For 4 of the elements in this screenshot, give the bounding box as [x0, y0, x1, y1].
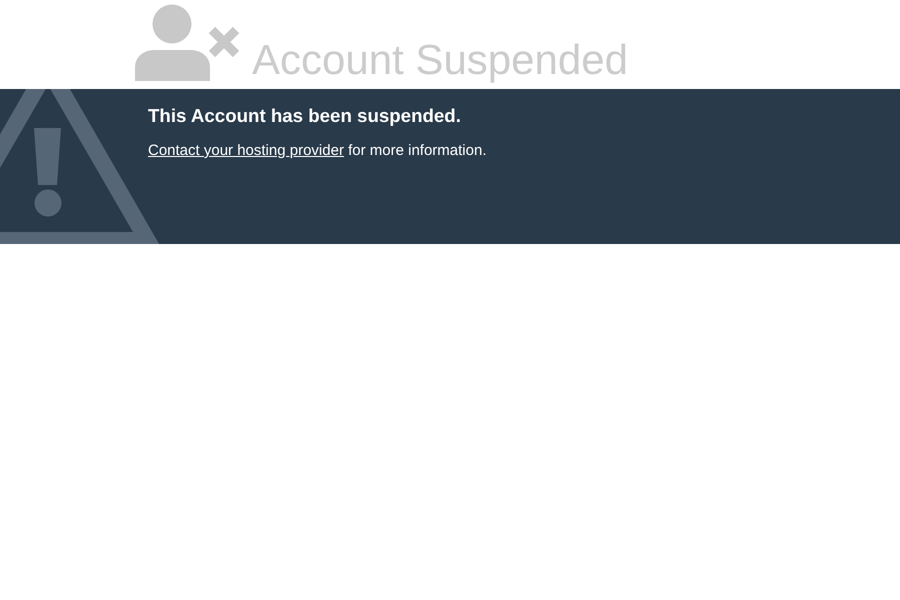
notice-message: Contact your hosting provider for more information. [148, 141, 488, 161]
notice-heading: This Account has been suspended. [148, 104, 462, 128]
user-remove-icon [135, 4, 240, 81]
contact-link[interactable]: Contact your hosting provider [148, 142, 344, 159]
